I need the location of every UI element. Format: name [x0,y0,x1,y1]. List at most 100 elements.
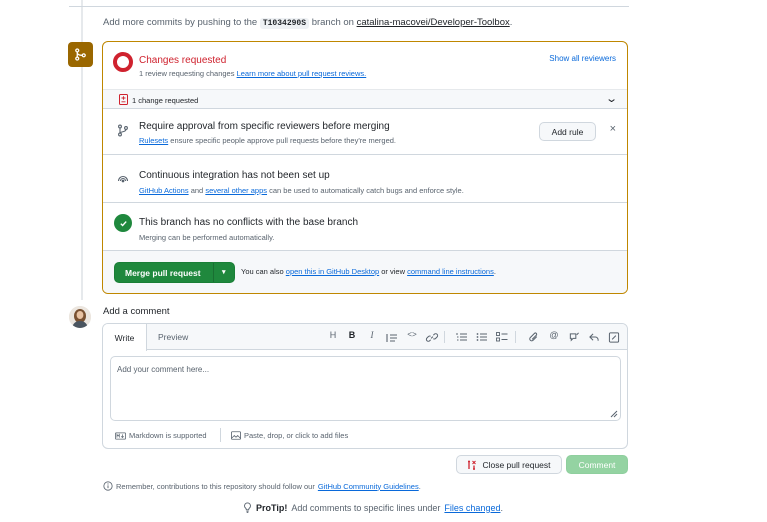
repo-link[interactable]: catalina-macovei/Developer-Toolbox [357,17,510,28]
info-icon [103,481,113,491]
guidelines-text: Remember, contributions to this reposito… [116,481,315,491]
comment-textarea[interactable]: Add your comment here... [110,356,621,421]
show-all-reviewers-link[interactable]: Show all reviewers [549,54,616,63]
open-desktop-link[interactable]: open this in GitHub Desktop [286,267,379,276]
ci-subtitle: GitHub Actions and several other apps ca… [139,186,464,195]
light-bulb-icon [244,502,251,513]
ci-and-text: and [190,186,204,195]
protip-label: ProTip! [256,502,288,513]
other-apps-link[interactable]: several other apps [205,186,267,195]
heading-icon[interactable]: H [326,330,340,340]
ci-title: Continuous integration has not been set … [139,170,330,181]
toolbar-divider [444,331,445,343]
review-status-subtitle: 1 review requesting changes Learn more a… [139,69,366,78]
comment-placeholder: Add your comment here... [117,365,210,374]
merge-options-caret-icon[interactable]: ▾ [222,268,226,276]
changes-requested-icon [113,52,133,72]
conflicts-subtitle: Merging can be performed automatically. [139,233,275,242]
approval-rule-text: ensure specific people approve pull requ… [170,136,397,145]
merge-button-label: Merge pull request [125,268,201,278]
chevron-down-icon[interactable]: ⌄ [605,92,618,105]
close-pr-label: Close pull request [482,459,551,470]
file-diff-icon [119,94,128,105]
unordered-list-icon[interactable] [475,332,489,342]
avatar[interactable] [69,306,91,328]
attach-files-label: Paste, drop, or click to add files [244,431,349,440]
guidelines-suffix: . [418,481,421,491]
code-icon[interactable]: <> [405,331,419,340]
merge-button-divider [213,263,214,282]
approval-rule-section: Require approval from specific reviewers… [103,110,627,155]
tab-preview[interactable]: Preview [158,332,188,342]
tab-write[interactable]: Write [103,324,147,351]
markdown-icon [115,431,126,440]
files-changed-link[interactable]: Files changed [444,503,500,513]
rulesets-link[interactable]: Rulesets [139,136,168,145]
user-avatar-image [69,306,91,328]
also-suffix: . [493,267,496,276]
pull-request-closed-icon [468,460,477,470]
mention-icon[interactable]: @ [547,330,561,340]
dismiss-icon[interactable]: × [610,123,616,135]
guidelines-notice: Remember, contributions to this reposito… [103,481,421,491]
ci-text: can be used to automatically catch bugs … [269,186,464,195]
comment-submit-button[interactable]: Comment [566,455,628,474]
git-branch-icon [118,124,128,137]
commit-hint-prefix: Add more commits by pushing to the [103,17,258,28]
branch-name[interactable]: T1034290S [259,18,310,29]
protip-suffix: . [500,502,503,513]
merge-status-badge [68,42,93,67]
protip: ProTip! Add comments to specific lines u… [243,502,503,513]
markdown-label: Markdown is supported [129,431,207,440]
commit-hint-suffix: . [509,17,513,28]
fullscreen-icon[interactable] [607,332,621,343]
merge-alternatives: You can also open this in GitHub Desktop… [241,267,496,276]
add-rule-button[interactable]: Add rule [539,122,596,141]
github-actions-link[interactable]: GitHub Actions [139,186,189,195]
quote-icon[interactable] [385,333,399,343]
review-status-title: Changes requested [139,55,227,66]
ordered-list-icon[interactable] [455,332,469,342]
also-prefix: You can also [241,267,284,276]
conflicts-title: This branch has no conflicts with the ba… [139,217,359,228]
change-summary-label: 1 change requested [132,96,199,105]
attach-files-button[interactable]: Paste, drop, or click to add files [231,431,348,440]
commit-hint-middle: branch on [311,17,354,28]
close-pull-request-button[interactable]: Close pull request [456,455,562,474]
review-count-text: 1 review requesting changes [139,69,235,78]
ci-section: Continuous integration has not been set … [103,155,627,203]
task-list-icon[interactable] [495,332,509,342]
git-merge-icon [75,48,86,61]
or-view-text: or view [381,267,406,276]
pulse-icon [117,175,129,183]
protip-text: Add comments to specific lines under [291,502,441,513]
resize-grip-icon[interactable] [609,409,618,418]
comment-editor: Write Preview H B I <> @ Add your commen… [102,323,628,449]
merge-box: Changes requested 1 review requesting ch… [102,41,628,294]
bold-icon[interactable]: B [345,330,359,340]
review-status-section: Changes requested 1 review requesting ch… [103,42,627,89]
community-guidelines-link[interactable]: GitHub Community Guidelines [318,482,419,491]
conflicts-section: This branch has no conflicts with the ba… [103,203,627,251]
learn-more-reviews-link[interactable]: Learn more about pull request reviews. [237,69,367,78]
markdown-supported-link[interactable]: Markdown is supported [115,431,207,440]
check-icon [119,220,127,226]
image-icon [231,431,241,440]
link-icon[interactable] [425,332,439,343]
paperclip-icon[interactable] [527,332,541,343]
top-divider [69,6,629,7]
reply-icon[interactable] [587,332,601,343]
merge-pull-request-button[interactable]: Merge pull request ▾ [114,262,235,283]
italic-icon[interactable]: I [365,330,379,340]
change-summary-row[interactable]: 1 change requested ⌄ [103,89,627,109]
check-circle-icon [114,214,132,232]
merge-action-section: Merge pull request ▾ You can also open t… [103,251,627,293]
commit-hint: Add more commits by pushing to the T1034… [103,17,513,29]
cli-instructions-link[interactable]: command line instructions [407,267,494,276]
footer-divider [220,428,221,442]
approval-rule-title: Require approval from specific reviewers… [139,121,390,132]
toolbar-divider [515,331,516,343]
editor-toolbar: Write Preview H B I <> @ [103,324,627,351]
cross-reference-icon[interactable] [567,332,581,343]
approval-rule-subtitle: Rulesets ensure specific people approve … [139,136,396,145]
